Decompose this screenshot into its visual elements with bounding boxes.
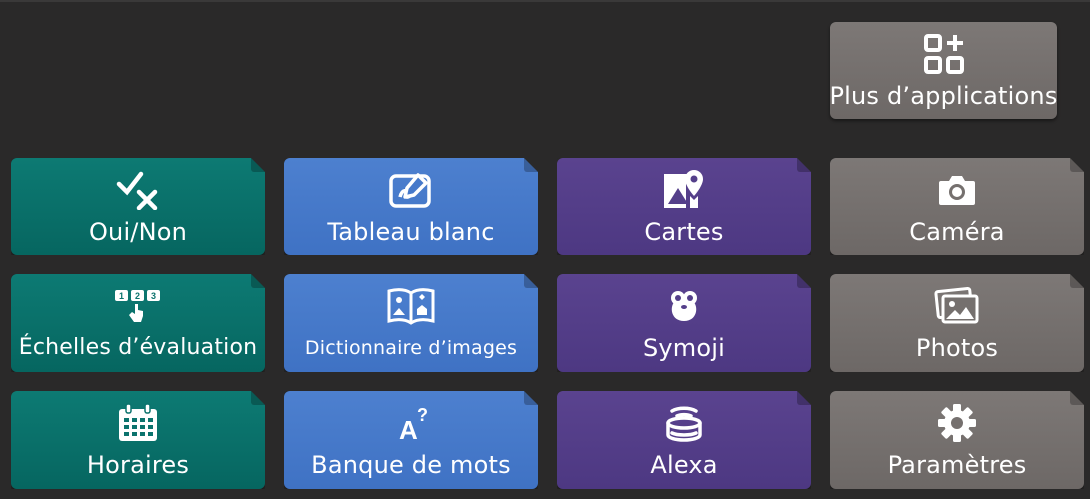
tile-symoji[interactable]: Symoji [557, 274, 811, 372]
tile-photos[interactable]: Photos [830, 274, 1084, 372]
tile-label: Horaires [86, 451, 190, 479]
svg-text:A: A [399, 415, 418, 443]
symoji-icon [654, 284, 714, 328]
tile-rating-scales[interactable]: 1 2 3 Échelles d’évaluation [11, 274, 265, 372]
rating-scale-icon: 1 2 3 [108, 284, 168, 328]
tile-label: Cartes [644, 217, 724, 246]
tile-label: Banque de mots [311, 451, 511, 479]
map-pin-icon [654, 168, 714, 212]
apps-plus-icon [914, 32, 974, 76]
tile-settings[interactable]: Paramètres [830, 391, 1084, 489]
tile-schedules[interactable]: Horaires [11, 391, 265, 489]
more-apps-label: Plus d’applications [829, 81, 1058, 110]
tile-label: Caméra [909, 217, 1005, 246]
tile-label: Tableau blanc [327, 217, 495, 246]
tile-label: Dictionnaire d’images [304, 337, 518, 359]
app-launcher: Plus d’applications Oui/Non Tableau blan… [0, 0, 1090, 499]
tile-label: Alexa [650, 451, 718, 479]
check-cross-icon [108, 168, 168, 212]
photos-icon [927, 284, 987, 328]
tile-word-bank[interactable]: A ? Banque de mots [284, 391, 538, 489]
whiteboard-pen-icon [381, 168, 441, 212]
tile-whiteboard[interactable]: Tableau blanc [284, 158, 538, 255]
tile-maps[interactable]: Cartes [557, 158, 811, 255]
tile-yes-no[interactable]: Oui/Non [11, 158, 265, 255]
tile-label: Symoji [642, 334, 726, 362]
more-apps-button[interactable]: Plus d’applications [829, 22, 1058, 119]
tile-camera[interactable]: Caméra [830, 158, 1084, 255]
tile-image-dictionary[interactable]: Dictionnaire d’images [284, 274, 538, 372]
word-bank-icon: A ? [381, 401, 441, 445]
alexa-device-icon [654, 401, 714, 445]
tile-label: Photos [915, 334, 999, 362]
tile-label: Oui/Non [88, 217, 188, 246]
tile-label: Échelles d’évaluation [18, 335, 258, 360]
svg-text:1: 1 [119, 291, 124, 301]
calendar-icon [108, 401, 168, 445]
gear-icon [927, 401, 987, 445]
svg-text:3: 3 [151, 291, 156, 301]
tile-label: Paramètres [887, 451, 1027, 479]
svg-text:?: ? [417, 405, 428, 425]
picture-book-icon [381, 284, 441, 328]
camera-icon [927, 168, 987, 212]
svg-text:2: 2 [135, 291, 140, 301]
tile-alexa[interactable]: Alexa [557, 391, 811, 489]
